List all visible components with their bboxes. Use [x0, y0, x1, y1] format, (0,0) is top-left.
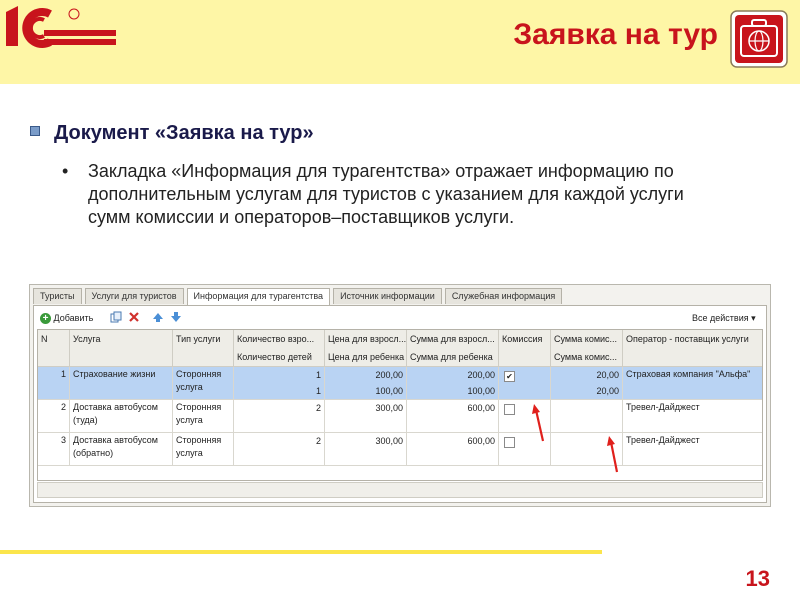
tab-bar: Туристы Услуги для туристов Информация д…	[33, 288, 565, 306]
arrow-up-icon	[532, 404, 545, 442]
square-bullet-icon	[30, 125, 40, 136]
tab-info-source[interactable]: Источник информации	[333, 288, 442, 304]
annotation-arrows	[532, 404, 619, 473]
slide-title: Заявка на тур	[513, 18, 718, 51]
bullet-sub-text: Закладка «Информация для турагентства» о…	[88, 161, 684, 227]
document-form: Туристы Услуги для туристов Информация д…	[29, 284, 771, 507]
all-actions-menu[interactable]: Все действия ▾	[692, 311, 756, 325]
tab-agency-info[interactable]: Информация для турагентства	[186, 288, 331, 306]
slide-header: Заявка на тур	[0, 0, 800, 84]
delete-icon[interactable]	[128, 311, 140, 325]
footer-divider	[0, 550, 602, 554]
bullet-main-text: Документ «Заявка на тур»	[54, 122, 314, 144]
1c-logo-icon	[6, 6, 116, 48]
add-button-label: Добавить	[53, 313, 94, 323]
page-number: 13	[745, 566, 770, 591]
add-button[interactable]: + Добавить	[40, 311, 93, 325]
tab-tourists[interactable]: Туристы	[33, 288, 82, 304]
tab-panel: + Добавить Все действия ▾ N Услуга Тип у…	[33, 305, 767, 503]
bullet-main: Документ «Заявка на тур»	[30, 122, 314, 145]
copy-icon[interactable]	[110, 311, 122, 325]
horizontal-scrollbar[interactable]	[37, 482, 763, 498]
arrow-up-icon	[607, 436, 619, 473]
services-table: N Услуга Тип услуги Количество взро... Ц…	[37, 329, 763, 481]
tab-service-info[interactable]: Служебная информация	[444, 288, 563, 304]
toolbar: + Добавить Все действия ▾	[36, 308, 762, 328]
move-up-icon[interactable]	[152, 311, 164, 325]
tab-tourist-services[interactable]: Услуги для туристов	[84, 288, 184, 304]
move-down-icon[interactable]	[170, 311, 182, 325]
travel-suitcase-icon	[730, 10, 788, 68]
add-icon: +	[40, 313, 51, 325]
bullet-sub: • Закладка «Информация для турагентства»…	[62, 160, 722, 229]
dot-bullet-icon: •	[62, 161, 69, 181]
